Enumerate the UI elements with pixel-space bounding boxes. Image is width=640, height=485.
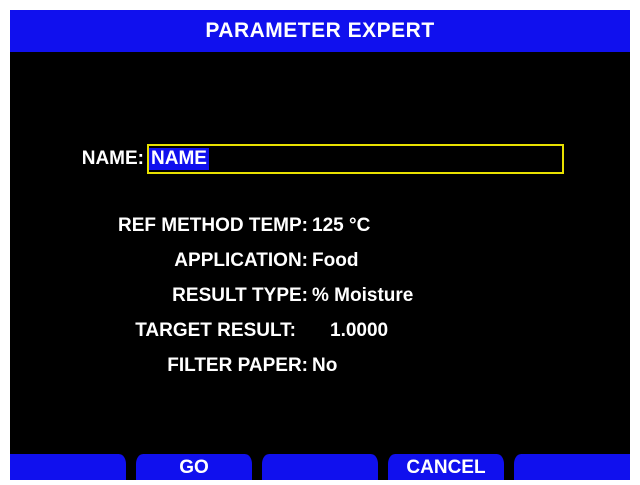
result-type-value[interactable]: % Moisture bbox=[312, 285, 413, 307]
softkey-3[interactable] bbox=[259, 454, 381, 480]
name-input-value: NAME bbox=[149, 148, 209, 170]
softkey-5[interactable] bbox=[511, 454, 630, 480]
target-result-label: TARGET RESULT: bbox=[135, 320, 296, 341]
softkey-1[interactable] bbox=[10, 454, 129, 480]
ref-method-temp-label: REF METHOD TEMP: bbox=[118, 215, 308, 236]
name-input[interactable]: NAME bbox=[147, 144, 564, 174]
softkey-bar: GO CANCEL bbox=[10, 454, 630, 480]
application-value[interactable]: Food bbox=[312, 250, 358, 272]
name-label: NAME: bbox=[81, 148, 144, 169]
ref-method-temp-value[interactable]: 125 °C bbox=[312, 215, 370, 237]
cancel-button[interactable]: CANCEL bbox=[385, 454, 507, 480]
go-button[interactable]: GO bbox=[133, 454, 255, 480]
filter-paper-value[interactable]: No bbox=[312, 355, 337, 377]
device-screen: PARAMETER EXPERT NAME: NAME REF METHOD T… bbox=[10, 10, 630, 480]
page-title: PARAMETER EXPERT bbox=[10, 10, 630, 52]
application-label: APPLICATION: bbox=[174, 250, 308, 271]
target-result-value[interactable]: 1.0000 bbox=[330, 320, 388, 342]
filter-paper-label: FILTER PAPER: bbox=[167, 355, 308, 376]
result-type-label: RESULT TYPE: bbox=[172, 285, 308, 306]
